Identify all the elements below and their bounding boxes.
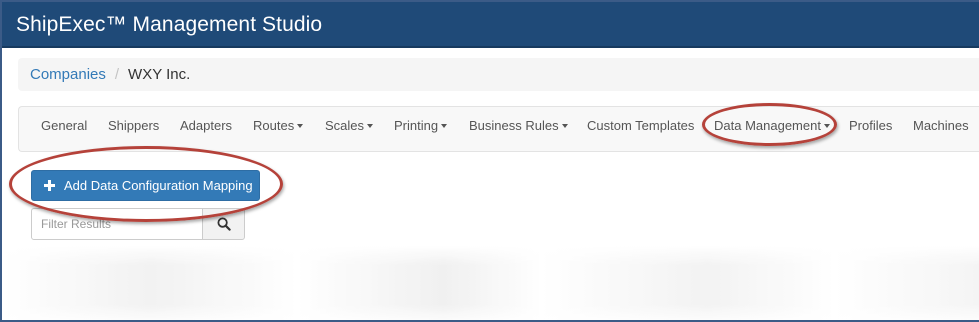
tab-label: Scales — [325, 118, 365, 133]
tab-label: Adapters — [180, 118, 233, 133]
tab-machines[interactable]: Machines — [913, 107, 969, 151]
caret-down-icon — [367, 123, 374, 128]
search-icon — [217, 217, 231, 231]
app-window: ShipExec™ Management Studio Companies / WX… — [0, 0, 979, 322]
empty-results-area — [4, 246, 979, 320]
breadcrumb-companies-link[interactable]: Companies — [30, 66, 106, 83]
add-data-configuration-mapping-button[interactable]: Add Data Configuration Mapping — [31, 170, 260, 201]
tab-scales[interactable]: Scales — [325, 107, 374, 151]
caret-down-icon — [297, 123, 304, 128]
breadcrumb-current: WXY Inc. — [128, 66, 191, 83]
tab-label: General — [41, 118, 88, 133]
tab-label: Machines — [913, 118, 969, 133]
tab-label: Business Rules — [469, 118, 559, 133]
caret-down-icon — [823, 123, 830, 128]
caret-down-icon — [561, 123, 568, 128]
tab-label: Printing — [394, 118, 439, 133]
breadcrumb-separator: / — [114, 66, 120, 83]
tab-profiles[interactable]: Profiles — [849, 107, 892, 151]
tab-printing[interactable]: Printing — [394, 107, 448, 151]
title-bar: ShipExec™ Management Studio — [2, 2, 979, 48]
tab-label: Shippers — [108, 118, 160, 133]
tab-label: Data Management — [714, 118, 821, 133]
tab-adapters[interactable]: Adapters — [180, 107, 232, 151]
tab-label: Custom Templates — [587, 118, 695, 133]
filter-group — [31, 208, 245, 240]
search-button[interactable] — [202, 208, 245, 240]
filter-results-input[interactable] — [31, 208, 203, 240]
breadcrumb: Companies / WXY Inc. — [18, 58, 979, 91]
tab-business-rules[interactable]: Business Rules — [469, 107, 568, 151]
tab-data-management[interactable]: Data Management — [714, 107, 830, 151]
tab-shippers[interactable]: Shippers — [108, 107, 159, 151]
tab-label: Routes — [253, 118, 295, 133]
tab-general[interactable]: General — [41, 107, 87, 151]
tab-routes[interactable]: Routes — [253, 107, 304, 151]
company-tabs: General Shippers Adapters Routes Scales … — [18, 106, 979, 152]
plus-icon — [44, 180, 55, 191]
caret-down-icon — [441, 123, 448, 128]
add-button-label: Add Data Configuration Mapping — [64, 178, 253, 193]
app-title: ShipExec™ Management Studio — [16, 13, 323, 36]
tab-custom-templates[interactable]: Custom Templates — [587, 107, 694, 151]
tab-label: Profiles — [849, 118, 893, 133]
